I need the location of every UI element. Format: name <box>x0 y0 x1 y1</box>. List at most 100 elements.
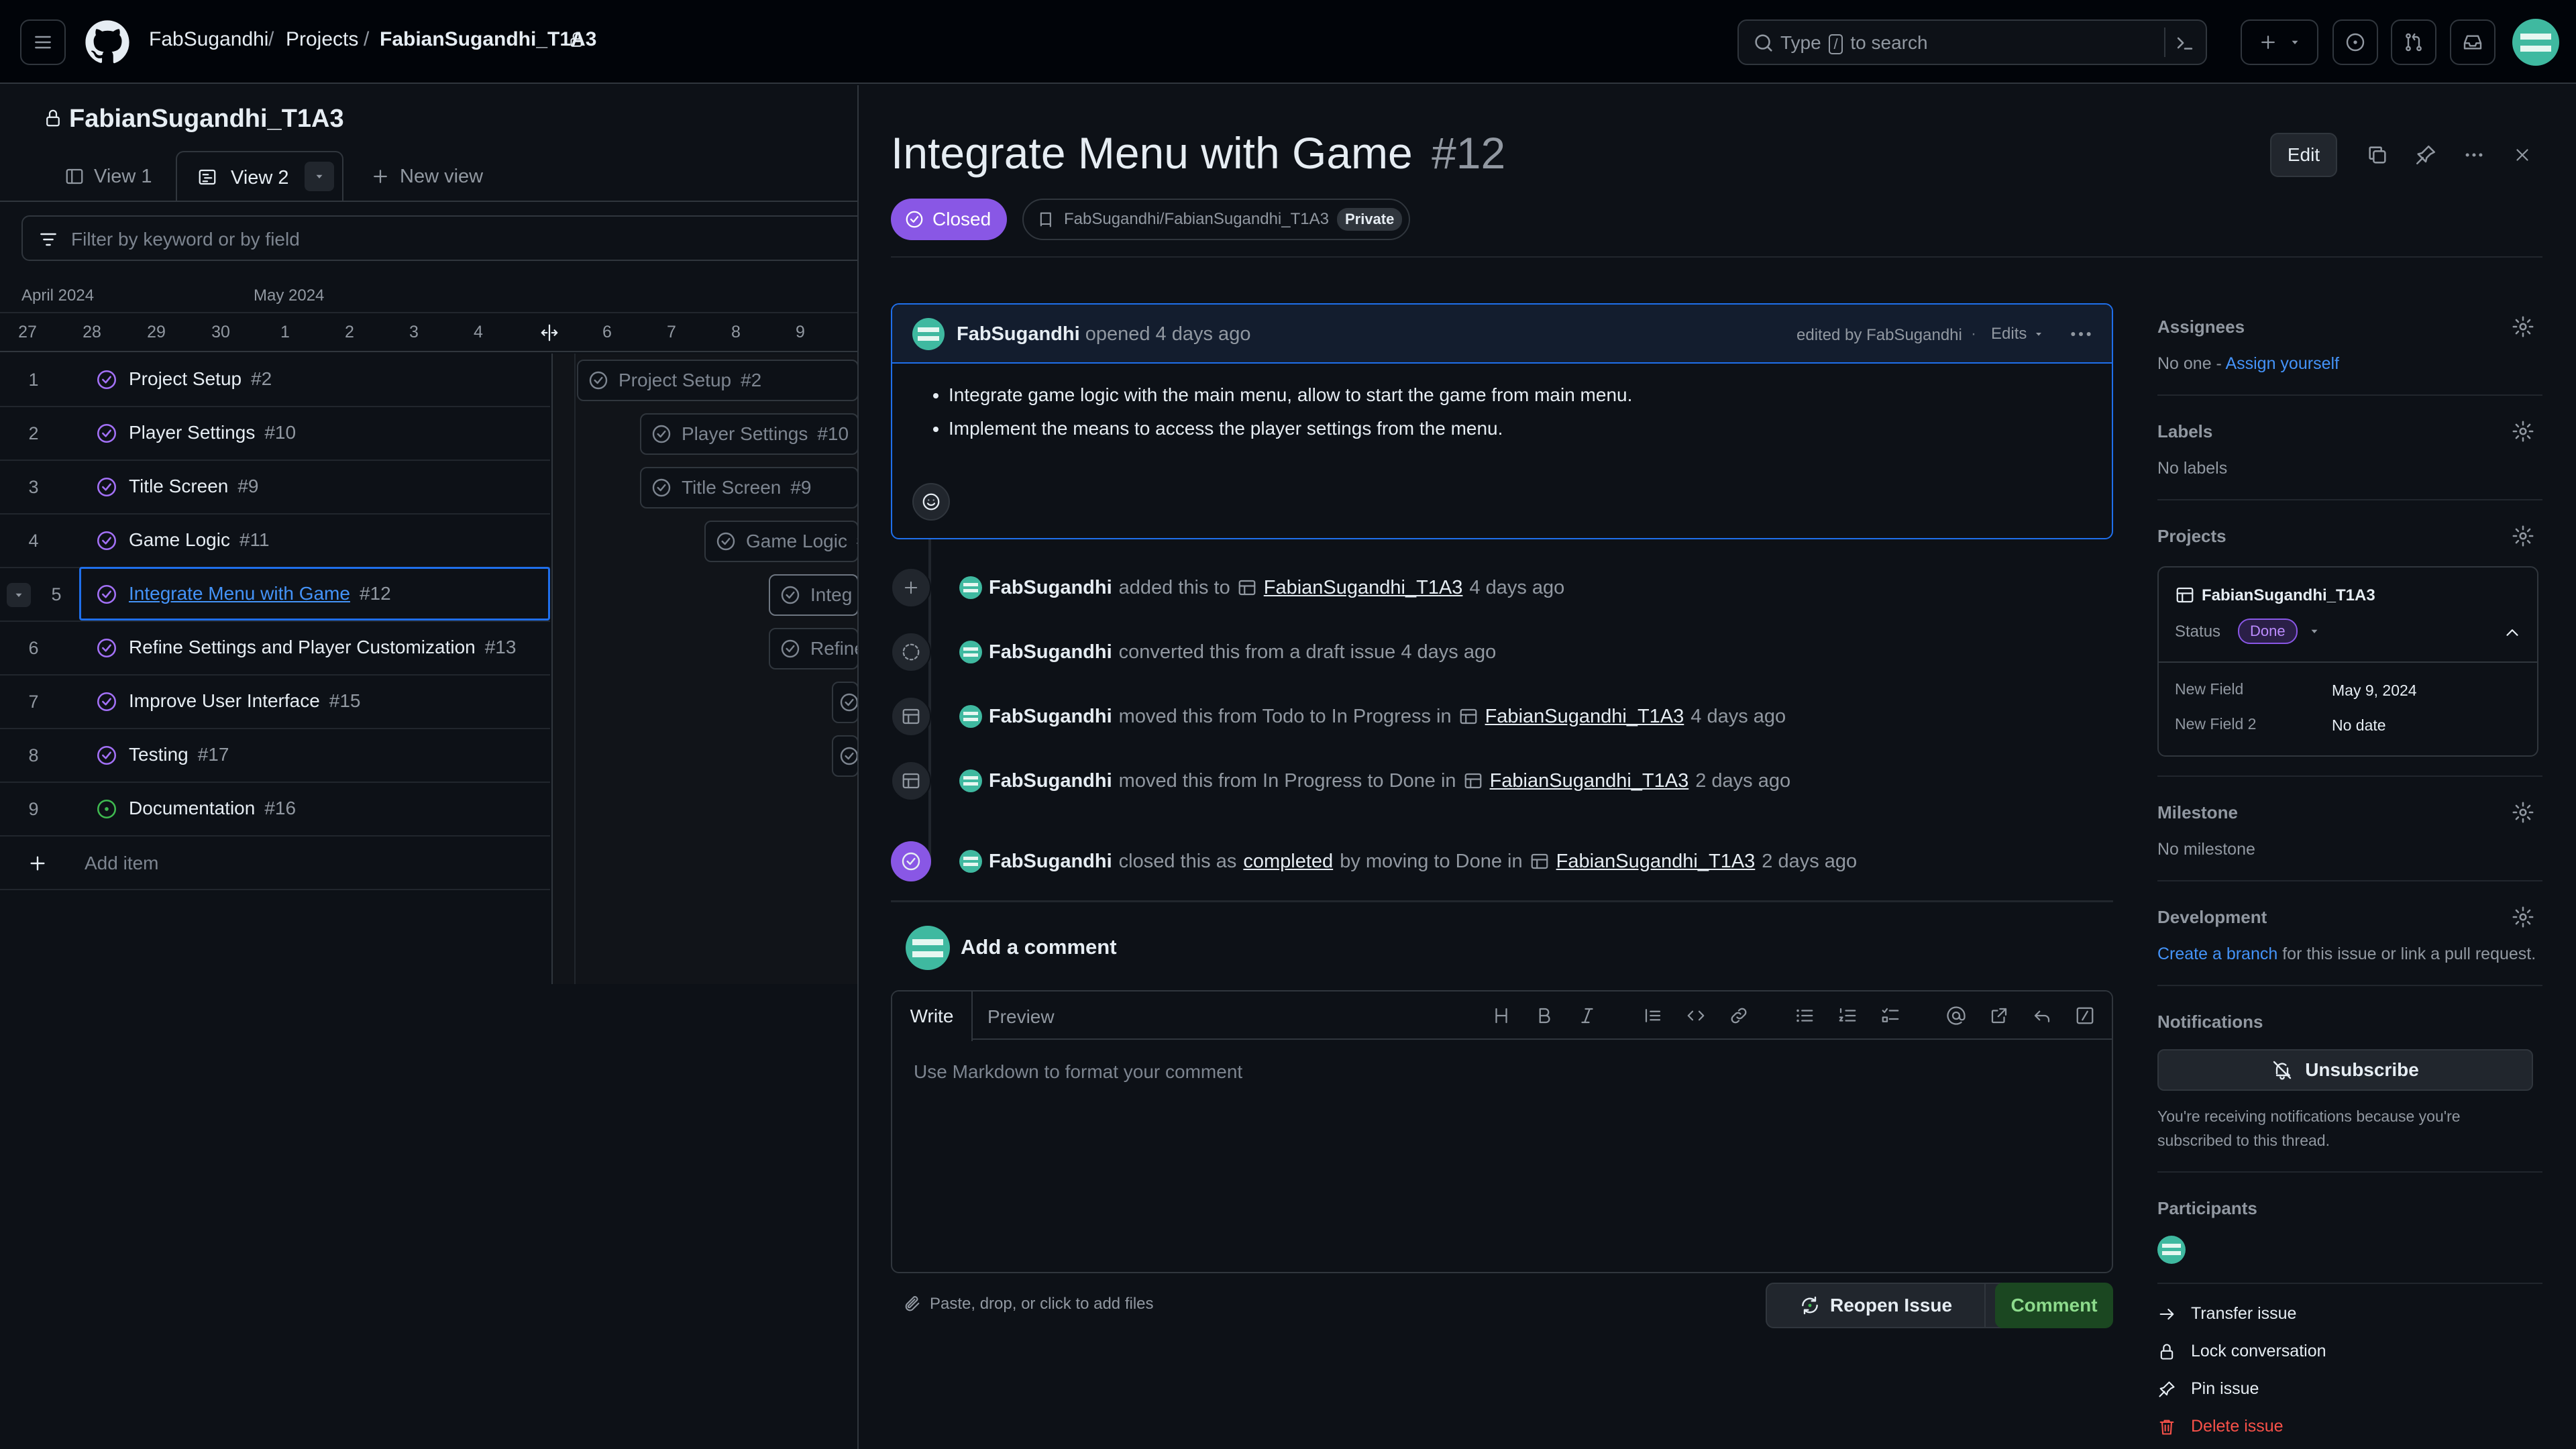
gear-icon[interactable] <box>2512 801 2534 824</box>
transfer-issue-action[interactable]: Transfer issue <box>2157 1304 2296 1324</box>
field-value[interactable]: No date <box>2332 716 2386 735</box>
pin-issue-action[interactable]: Pin issue <box>2157 1379 2259 1399</box>
table-row[interactable]: 8 Testing #17 <box>0 729 550 783</box>
comment-button[interactable]: Comment <box>1995 1283 2113 1328</box>
copy-link-button[interactable] <box>2353 133 2402 177</box>
slash-commands-button[interactable] <box>2072 1002 2098 1029</box>
gantt-bar[interactable]: Integ <box>769 574 859 616</box>
table-row[interactable]: 4 Game Logic #11 <box>0 515 550 568</box>
gear-icon[interactable] <box>2512 525 2534 547</box>
saved-reply-button[interactable] <box>2029 1002 2055 1029</box>
project-card-name[interactable]: FabianSugandhi_T1A3 <box>2202 586 2375 605</box>
pin-button[interactable] <box>2402 133 2450 177</box>
tab-view-1[interactable]: View 1 <box>64 151 152 202</box>
avatar[interactable] <box>959 576 982 599</box>
code-button[interactable] <box>1682 1002 1709 1029</box>
view-options-button[interactable] <box>305 162 334 191</box>
comment-options-button[interactable] <box>2068 321 2094 347</box>
gantt-bar[interactable]: Refine <box>769 628 859 669</box>
row-title[interactable]: Testing #17 <box>129 744 229 765</box>
more-options-button[interactable] <box>2450 133 2498 177</box>
filter-input[interactable]: Filter by keyword or by field <box>21 215 867 261</box>
project-link[interactable]: FabianSugandhi_T1A3 <box>1264 577 1463 599</box>
quote-button[interactable] <box>1640 1002 1666 1029</box>
event-actor[interactable]: FabSugandhi <box>989 706 1112 728</box>
row-title[interactable]: Integrate Menu with Game #12 <box>129 583 391 604</box>
ordered-list-button[interactable] <box>1834 1002 1861 1029</box>
tab-view-2[interactable]: View 2 <box>176 151 343 202</box>
command-palette-icon[interactable] <box>2174 32 2196 54</box>
row-title[interactable]: Documentation #16 <box>129 798 296 819</box>
participant-avatar[interactable] <box>2157 1236 2186 1264</box>
row-title[interactable]: Improve User Interface #15 <box>129 690 361 712</box>
row-title[interactable]: Refine Settings and Player Customization… <box>129 637 516 658</box>
event-actor[interactable]: FabSugandhi <box>989 770 1112 792</box>
add-item-row[interactable]: Add item <box>0 837 550 890</box>
unordered-list-button[interactable] <box>1791 1002 1818 1029</box>
resize-handle-icon[interactable] <box>538 323 561 343</box>
gantt-bar[interactable]: Title Screen #9 <box>640 467 859 508</box>
edited-by[interactable]: edited by FabSugandhi <box>1796 326 1962 345</box>
status-dropdown[interactable]: Done <box>2238 619 2320 644</box>
edit-button[interactable]: Edit <box>2270 133 2337 177</box>
create-branch-link[interactable]: Create a branch <box>2157 945 2277 963</box>
reopen-issue-button[interactable]: Reopen Issue <box>1766 1283 1986 1328</box>
author-avatar[interactable] <box>912 318 945 350</box>
gantt-bar[interactable] <box>832 682 859 723</box>
new-view-button[interactable]: New view <box>370 151 483 202</box>
gantt-bar[interactable]: Project Setup #2 <box>577 360 859 401</box>
repo-badge[interactable]: FabSugandhi/FabianSugandhi_T1A3 Private <box>1022 199 1411 240</box>
mention-button[interactable] <box>1943 1002 1970 1029</box>
inbox-button[interactable] <box>2450 19 2496 65</box>
gantt-bar[interactable] <box>832 735 859 777</box>
project-link[interactable]: FabianSugandhi_T1A3 <box>1556 851 1756 873</box>
table-row[interactable]: 1 Project Setup #2 <box>0 354 550 407</box>
attach-files-hint[interactable]: Paste, drop, or click to add files <box>903 1295 1154 1313</box>
gantt-bar[interactable]: Game Logic# <box>704 521 859 562</box>
delete-issue-action[interactable]: Delete issue <box>2157 1417 2284 1436</box>
tab-write[interactable]: Write <box>892 991 973 1041</box>
avatar[interactable] <box>959 705 982 728</box>
tab-preview[interactable]: Preview <box>987 1006 1055 1028</box>
field-value[interactable]: May 9, 2024 <box>2332 682 2417 700</box>
avatar[interactable] <box>959 850 982 873</box>
italic-button[interactable] <box>1574 1002 1601 1029</box>
reference-button[interactable] <box>1986 1002 2012 1029</box>
assign-yourself-link[interactable]: Assign yourself <box>2225 354 2339 373</box>
user-avatar[interactable] <box>2512 19 2559 66</box>
table-row[interactable]: 7 Improve User Interface #15 <box>0 676 550 729</box>
avatar[interactable] <box>959 641 982 663</box>
gear-icon[interactable] <box>2512 420 2534 443</box>
project-link[interactable]: FabianSugandhi_T1A3 <box>1485 706 1684 728</box>
project-link[interactable]: FabianSugandhi_T1A3 <box>1490 770 1689 792</box>
table-row[interactable]: 9 Documentation #16 <box>0 783 550 837</box>
edits-dropdown[interactable]: Edits <box>1991 325 2044 343</box>
table-row[interactable]: 6 Refine Settings and Player Customizati… <box>0 622 550 676</box>
gantt-bar[interactable]: Player Settings #10 <box>640 413 859 455</box>
gear-icon[interactable] <box>2512 315 2534 338</box>
row-title[interactable]: Project Setup #2 <box>129 368 272 390</box>
create-new-button[interactable] <box>2241 19 2318 65</box>
comment-textarea[interactable]: Use Markdown to format your comment <box>892 1041 2112 1272</box>
link-button[interactable] <box>1725 1002 1752 1029</box>
event-actor[interactable]: FabSugandhi <box>989 851 1112 873</box>
row-title[interactable]: Player Settings #10 <box>129 422 296 443</box>
github-logo-icon[interactable] <box>85 19 130 65</box>
breadcrumb-projects[interactable]: Projects <box>286 28 358 51</box>
gear-icon[interactable] <box>2512 906 2534 928</box>
search-input[interactable]: Type / to search <box>1737 19 2207 65</box>
author-name[interactable]: FabSugandhi <box>957 323 1080 345</box>
close-reason-link[interactable]: completed <box>1243 851 1333 873</box>
breadcrumb-owner[interactable]: FabSugandhi <box>149 28 268 51</box>
menu-button[interactable] <box>20 19 66 65</box>
bold-button[interactable] <box>1531 1002 1558 1029</box>
avatar[interactable] <box>959 769 982 792</box>
table-row[interactable]: 3 Title Screen #9 <box>0 461 550 515</box>
pull-requests-button[interactable] <box>2391 19 2436 65</box>
task-list-button[interactable] <box>1877 1002 1904 1029</box>
breadcrumb-project[interactable]: FabianSugandhi_T1A3 <box>380 28 596 51</box>
table-row[interactable]: 2 Player Settings #10 <box>0 407 550 461</box>
close-panel-button[interactable] <box>2498 133 2546 177</box>
heading-button[interactable] <box>1488 1002 1515 1029</box>
row-title[interactable]: Game Logic #11 <box>129 529 270 551</box>
